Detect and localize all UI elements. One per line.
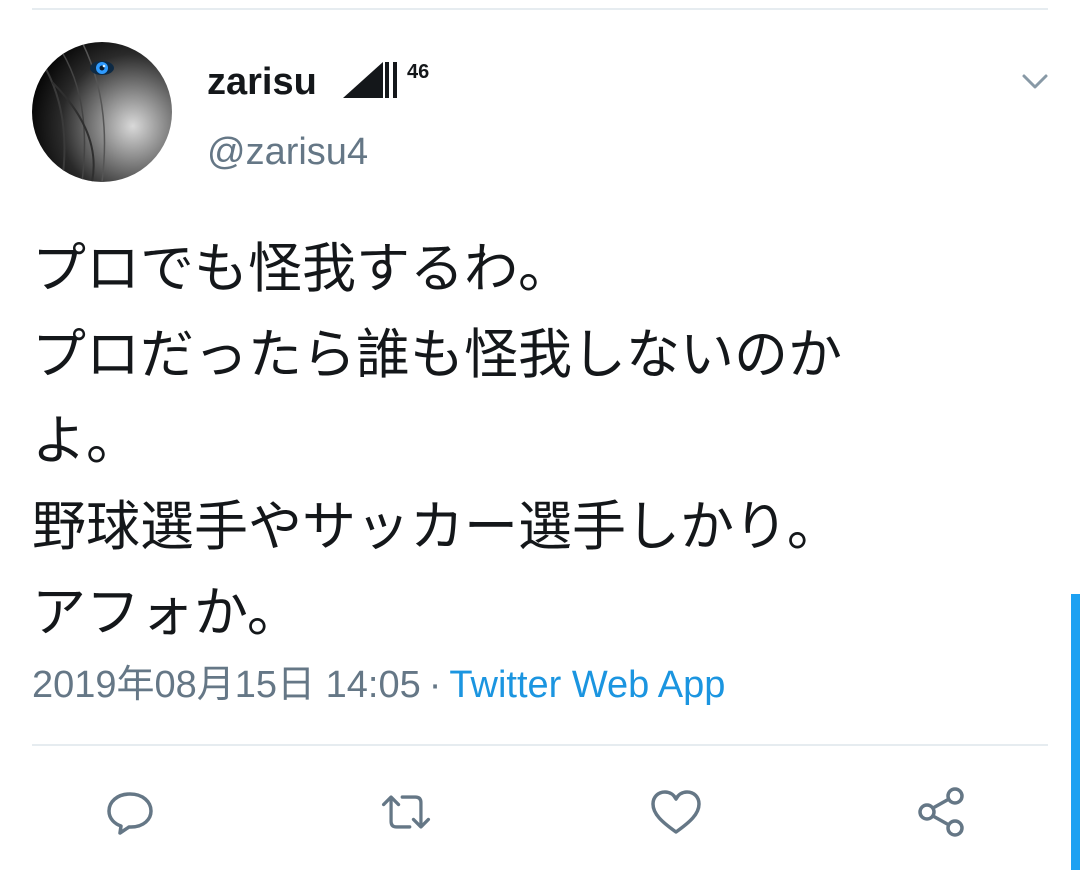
sakamichi-logo-icon: 46 [343, 61, 429, 98]
tweet-text-line: プロだったら誰も怪我しないのか [32, 323, 842, 386]
like-button[interactable] [648, 784, 704, 840]
user-handle[interactable]: @zarisu4 [207, 128, 368, 176]
reply-icon [107, 792, 153, 835]
group-logo-badge: 46 [343, 58, 443, 106]
chevron-down-icon [1022, 74, 1048, 89]
tweet-detail-page: zarisu 46 @zarisu4 プロでも怪我するわ。 プロだったら誰も怪我… [0, 0, 1080, 870]
retweet-icon [381, 795, 431, 829]
tweet-source-link[interactable]: Twitter Web App [449, 664, 725, 706]
share-button[interactable] [915, 784, 971, 840]
more-options-button[interactable] [1018, 68, 1052, 94]
reply-button[interactable] [102, 784, 158, 840]
tweet-timestamp[interactable]: 2019年08月15日 14:05 [32, 664, 421, 706]
tweet-text-line: アフォか。 [32, 581, 301, 644]
tweet-actions-bar [0, 784, 1080, 840]
tweet-text: プロでも怪我するわ。 プロだったら誰も怪我しないのか よ。 野球選手やサッカー選… [32, 226, 1032, 656]
scrollbar-thumb[interactable] [1071, 594, 1080, 870]
tweet-text-line: 野球選手やサッカー選手しかり。 [32, 495, 841, 558]
tweet-text-line: よ。 [32, 409, 140, 472]
tweet-text-line: プロでも怪我するわ。 [32, 237, 572, 300]
avatar-image [41, 42, 114, 182]
share-icon [918, 787, 964, 837]
badge-number: 46 [407, 61, 429, 83]
tweet-meta: 2019年08月15日 14:05 · Twitter Web App [32, 660, 725, 710]
heart-icon [651, 790, 701, 834]
avatar[interactable] [32, 42, 172, 182]
top-divider [32, 8, 1048, 10]
actions-divider [32, 744, 1048, 746]
display-name[interactable]: zarisu [207, 58, 317, 106]
retweet-button[interactable] [378, 784, 434, 840]
meta-separator: · [428, 664, 442, 706]
